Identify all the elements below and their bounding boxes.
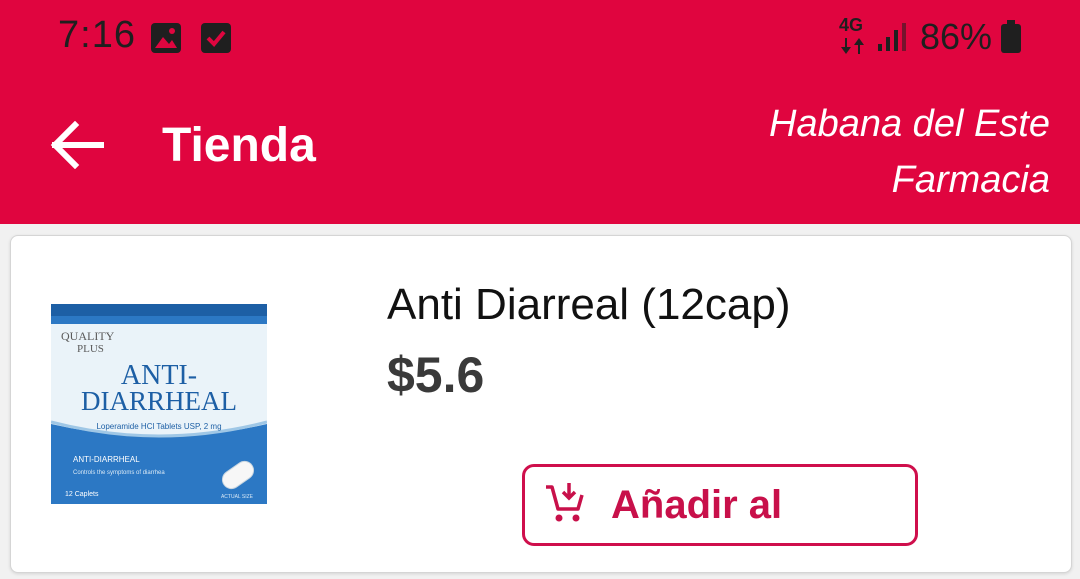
product-card[interactable]: QUALITY PLUS ANTI- DIARRHEAL Loperamide … bbox=[10, 235, 1072, 573]
page-title: Tienda bbox=[162, 119, 316, 172]
store-info: Habana del Este Farmacia bbox=[769, 96, 1050, 208]
package-brand-line2: PLUS bbox=[77, 343, 104, 355]
package-band-text: Controls the symptoms of diarrhea bbox=[73, 470, 165, 476]
status-bar: 7:16 4G 86% bbox=[0, 0, 1080, 76]
package-subtitle: Loperamide HCl Tablets USP, 2 mg bbox=[96, 422, 221, 431]
product-price: $5.6 bbox=[387, 347, 485, 403]
add-to-cart-button[interactable]: Añadir al bbox=[522, 464, 918, 546]
status-time: 7:16 bbox=[58, 14, 136, 56]
app-bar: 7:16 4G 86% Tienda Habana del Este Farma… bbox=[0, 0, 1080, 224]
arrow-left-icon bbox=[49, 120, 105, 174]
package-size-note: ACTUAL SIZE bbox=[221, 494, 254, 500]
package-count: 12 Caplets bbox=[65, 491, 99, 498]
package-brand-line1: QUALITY bbox=[61, 329, 115, 343]
product-name: Anti Diarreal (12cap) bbox=[387, 280, 791, 329]
add-to-cart-label: Añadir al bbox=[611, 482, 783, 527]
battery-level: 86% bbox=[920, 16, 993, 57]
package-band-title: ANTI-DIARRHEAL bbox=[73, 455, 140, 464]
signal-icon bbox=[876, 22, 910, 57]
back-button[interactable] bbox=[44, 114, 110, 180]
checkbox-icon bbox=[200, 22, 232, 59]
gallery-icon bbox=[150, 22, 182, 59]
data-arrows-icon bbox=[840, 38, 866, 59]
package-title-line2: DIARRHEAL bbox=[81, 386, 237, 416]
product-image: QUALITY PLUS ANTI- DIARRHEAL Loperamide … bbox=[51, 304, 267, 504]
store-name: Habana del Este bbox=[769, 103, 1050, 145]
battery-icon bbox=[1000, 20, 1022, 59]
store-type: Farmacia bbox=[891, 159, 1050, 201]
add-shopping-cart-icon bbox=[543, 481, 587, 530]
network-label: 4G bbox=[838, 15, 863, 35]
